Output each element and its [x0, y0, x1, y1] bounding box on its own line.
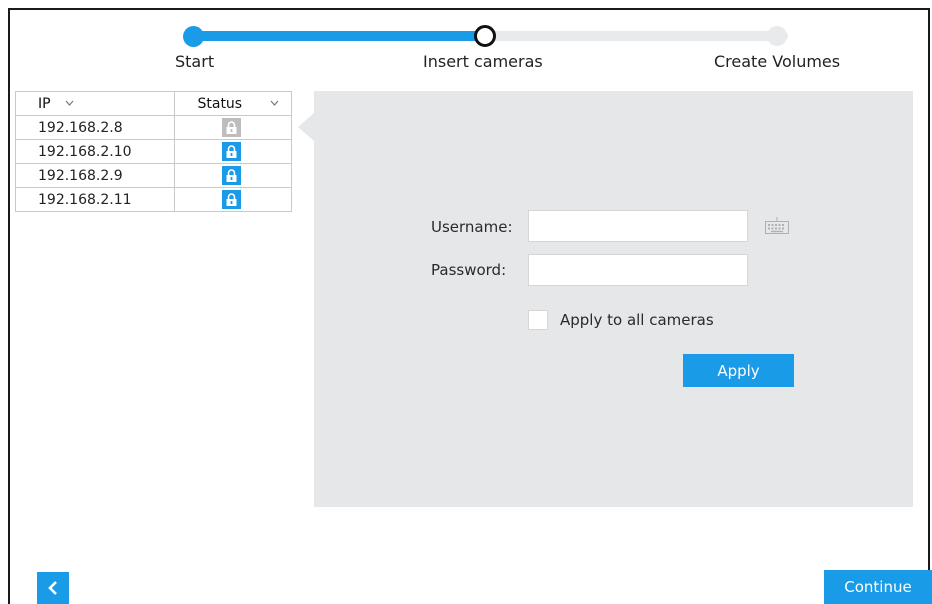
step-start-dot [183, 26, 204, 47]
camera-status [174, 187, 292, 212]
password-label: Password: [431, 261, 507, 279]
stepper-track-completed [186, 31, 486, 41]
column-header-status-label: Status [197, 95, 243, 112]
table-row[interactable]: 192.168.2.8 [14, 115, 292, 140]
lock-icon [222, 190, 242, 209]
camera-ip: 192.168.2.11 [14, 187, 176, 212]
camera-ip: 192.168.2.8 [14, 115, 176, 140]
table-row[interactable]: 192.168.2.9 [14, 163, 292, 188]
column-header-status[interactable]: Status [174, 91, 292, 116]
lock-icon [222, 142, 242, 161]
step-create-volumes-label: Create Volumes [714, 52, 841, 71]
chevron-down-icon [65, 99, 74, 109]
step-insert-cameras-label: Insert cameras [423, 52, 543, 71]
panel-pointer [298, 113, 314, 141]
lock-icon [222, 166, 242, 185]
camera-status [174, 115, 292, 140]
camera-ip: 192.168.2.9 [14, 163, 176, 188]
username-label: Username: [431, 218, 513, 236]
back-button[interactable] [37, 572, 69, 604]
step-create-volumes-dot [767, 26, 787, 46]
keyboard-icon[interactable] [764, 216, 790, 236]
camera-status [174, 139, 292, 164]
step-start-label: Start [175, 52, 215, 71]
column-header-ip-label: IP [38, 95, 51, 112]
table-row[interactable]: 192.168.2.10 [14, 139, 292, 164]
chevron-down-icon [270, 99, 279, 109]
apply-to-all-label[interactable]: Apply to all cameras [560, 311, 714, 329]
table-header-row: IP Status [14, 91, 292, 116]
password-input[interactable] [528, 254, 748, 286]
step-insert-cameras-dot [474, 25, 496, 47]
continue-button[interactable]: Continue [824, 570, 932, 604]
table-row[interactable]: 192.168.2.11 [14, 187, 292, 212]
column-header-ip[interactable]: IP [14, 91, 176, 116]
lock-icon [222, 118, 242, 137]
username-input[interactable] [528, 210, 748, 242]
camera-status [174, 163, 292, 188]
apply-button[interactable]: Apply [683, 354, 794, 387]
camera-table: IP Status 192.168.2.8 192.168.2.10 192.1… [14, 91, 292, 212]
apply-to-all-checkbox[interactable] [528, 310, 548, 330]
stepper-track-pending [482, 31, 788, 41]
camera-ip: 192.168.2.10 [14, 139, 176, 164]
credentials-panel: Username: Password: Apply to all cameras… [314, 91, 913, 507]
progress-stepper: Start Insert cameras Create Volumes [0, 0, 932, 80]
